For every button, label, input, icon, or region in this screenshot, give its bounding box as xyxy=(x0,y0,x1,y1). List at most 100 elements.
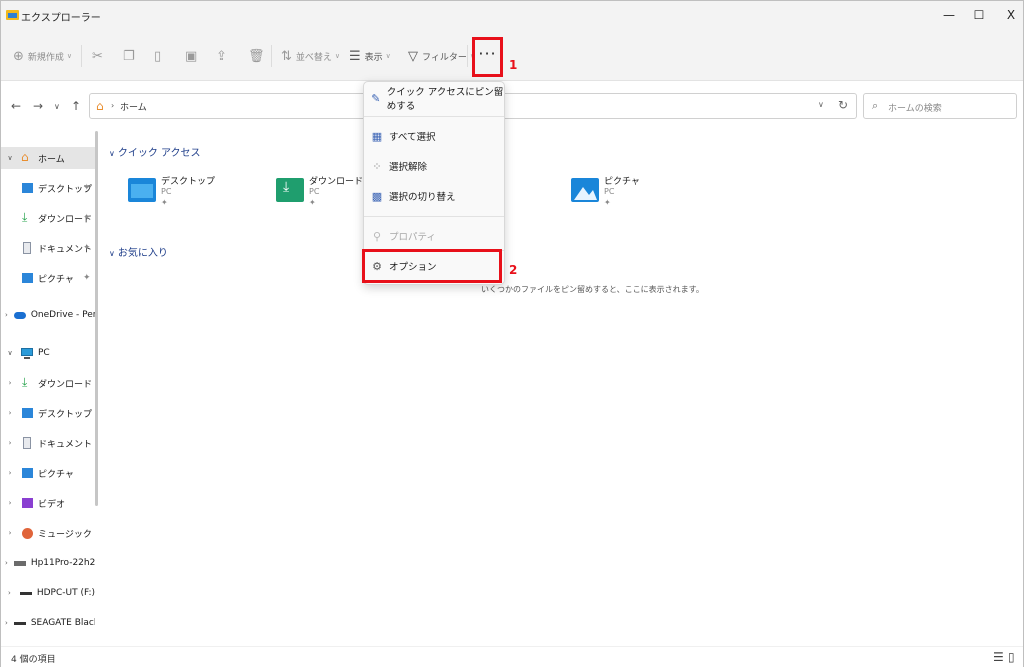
chevron-right-icon[interactable]: › xyxy=(5,379,15,387)
sidebar-item-drive-c[interactable]: › Hp11Pro-22h2- xyxy=(1,552,95,574)
chevron-down-icon: ∨ xyxy=(334,52,341,60)
chevron-right-icon[interactable]: › xyxy=(5,619,8,627)
sidebar-item-videos[interactable]: › ビデオ xyxy=(1,492,95,514)
favorites-header[interactable]: ∨ お気に入り xyxy=(109,244,168,259)
sidebar-item-desktop-pinned[interactable]: デスクトップ ✦ xyxy=(1,177,95,199)
picture-icon xyxy=(21,467,33,479)
menu-item-label: 選択解除 xyxy=(389,162,428,173)
sidebar-item-label: HDPC-UT (F:) xyxy=(36,588,95,598)
sidebar-item-label: ビデオ xyxy=(38,499,66,510)
filter-button[interactable]: ▽ フィルター ∨ xyxy=(408,48,475,64)
minimize-button[interactable]: — xyxy=(939,7,959,23)
chevron-down-icon[interactable]: ∨ xyxy=(5,349,15,357)
see-more-button[interactable]: ··· xyxy=(472,37,503,77)
copy-button[interactable]: ❐ xyxy=(123,48,139,64)
options-highlight-box xyxy=(362,249,502,283)
pin-icon: ✦ xyxy=(83,243,91,253)
chevron-down-icon[interactable]: ∨ xyxy=(5,154,15,162)
annotation-1: 1 xyxy=(509,58,518,72)
sidebar-item-downloads-pinned[interactable]: ⤓ ダウンロード ✦ xyxy=(1,207,95,229)
filter-icon: ▽ xyxy=(408,48,418,64)
up-arrow-icon[interactable]: ↑ xyxy=(71,99,81,113)
view-label: 表示 xyxy=(364,52,383,63)
sidebar-item-drive-f[interactable]: › HDPC-UT (F:) xyxy=(1,582,95,604)
desktop-icon xyxy=(21,182,33,194)
tile-desktop[interactable]: デスクトップ PC ✦ xyxy=(128,174,248,218)
navigation-pane: ∨ ⌂ ホーム デスクトップ ✦ ⤓ ダウンロード ✦ ドキュメント ✦ ピクチ… xyxy=(1,131,97,646)
sidebar-item-documents[interactable]: › ドキュメント xyxy=(1,432,95,454)
chevron-right-icon[interactable]: › xyxy=(5,589,14,597)
rename-button[interactable]: ▣ xyxy=(185,48,201,64)
menu-item-invert-selection[interactable]: ▩ 選択の切り替え xyxy=(364,184,504,208)
sidebar-item-desktop[interactable]: › デスクトップ xyxy=(1,402,95,424)
copy-icon: ❐ xyxy=(123,48,135,64)
quick-access-header[interactable]: ∨ クイック アクセス xyxy=(109,144,201,159)
chevron-right-icon[interactable]: › xyxy=(5,409,15,417)
annotation-2: 2 xyxy=(509,263,518,277)
drive-icon xyxy=(13,557,26,569)
new-button[interactable]: ⊕ 新規作成 ∨ xyxy=(13,48,72,64)
favorites-label: お気に入り xyxy=(117,248,168,259)
pin-icon: ✦ xyxy=(604,198,611,207)
drive-icon xyxy=(19,587,32,599)
menu-item-select-none[interactable]: ⁘ 選択解除 xyxy=(364,154,504,178)
refresh-icon[interactable]: ↻ xyxy=(838,98,848,112)
view-button[interactable]: ☰ 表示 ∨ xyxy=(349,48,391,64)
delete-button[interactable]: 🗑 xyxy=(248,48,269,64)
sidebar-item-pc[interactable]: ∨ PC xyxy=(1,342,95,364)
menu-item-pin-quick-access[interactable]: ✎ クイック アクセスにピン留めする xyxy=(364,86,504,112)
chevron-right-icon[interactable]: › xyxy=(5,469,15,477)
chevron-right-icon[interactable]: › xyxy=(5,439,15,447)
paste-button[interactable]: ▯ xyxy=(154,48,165,64)
close-button[interactable]: X xyxy=(1001,7,1021,23)
sidebar-item-onedrive[interactable]: › OneDrive - Perso xyxy=(1,304,95,326)
sidebar-item-label: SEAGATE Black xyxy=(30,618,95,628)
item-count: 4 個の項目 xyxy=(11,655,56,665)
view-list-icon: ☰ xyxy=(349,48,361,64)
tiles-view-icon[interactable]: ▯ xyxy=(1008,650,1015,664)
recent-chevron-icon[interactable]: ∨ xyxy=(54,102,60,111)
back-arrow-icon[interactable]: ← xyxy=(11,99,21,113)
sidebar-item-pictures-pinned[interactable]: ピクチャ ✦ xyxy=(1,267,95,289)
sidebar-item-downloads[interactable]: › ⤓ ダウンロード xyxy=(1,372,95,394)
chevron-down-icon: ∨ xyxy=(66,52,73,60)
chevron-right-icon[interactable]: › xyxy=(5,499,15,507)
sort-button[interactable]: ⇅ 並べ替え ∨ xyxy=(281,48,340,64)
drive-icon xyxy=(13,617,26,629)
sidebar-item-label: ダウンロード xyxy=(38,379,93,390)
sidebar-item-label: デスクトップ xyxy=(38,409,93,420)
sidebar-item-documents-pinned[interactable]: ドキュメント ✦ xyxy=(1,237,95,259)
home-icon: ⌂ xyxy=(21,150,29,164)
forward-arrow-icon[interactable]: → xyxy=(33,99,43,113)
maximize-button[interactable]: ☐ xyxy=(969,7,989,23)
sidebar-item-seagate[interactable]: › SEAGATE Black xyxy=(1,612,95,634)
toolbar-divider xyxy=(271,45,272,67)
plus-circle-icon: ⊕ xyxy=(13,48,24,64)
menu-item-select-all[interactable]: ▦ すべて選択 xyxy=(364,124,504,148)
pin-icon: ✦ xyxy=(309,198,316,207)
title-bar: エクスプローラー — ☐ X xyxy=(1,1,1023,31)
cut-button[interactable]: ✂ xyxy=(92,48,107,64)
search-box[interactable]: ⌕ ホームの検索 xyxy=(863,93,1017,119)
window-title: エクスプローラー xyxy=(21,13,101,24)
chevron-right-icon[interactable]: › xyxy=(5,311,8,319)
trash-icon: 🗑 xyxy=(248,48,265,64)
details-view-icon[interactable]: ☰ xyxy=(993,650,1004,664)
share-button[interactable]: ⇪ xyxy=(216,48,231,64)
search-placeholder: ホームの検索 xyxy=(888,104,942,114)
quick-access-label: クイック アクセス xyxy=(117,148,201,159)
chevron-down-icon[interactable]: ∨ xyxy=(818,100,824,109)
sidebar-item-home[interactable]: ∨ ⌂ ホーム xyxy=(1,147,95,169)
sidebar-item-pictures[interactable]: › ピクチャ xyxy=(1,462,95,484)
picture-icon xyxy=(21,272,33,284)
chevron-right-icon[interactable]: › xyxy=(5,559,8,567)
tile-pictures[interactable]: ピクチャ PC ✦ xyxy=(571,174,691,218)
sidebar-scrollbar[interactable] xyxy=(95,131,98,506)
menu-item-label: 選択の切り替え xyxy=(389,192,456,203)
chevron-right-icon[interactable]: › xyxy=(5,529,15,537)
desktop-icon xyxy=(21,407,33,419)
sidebar-item-music[interactable]: › ミュージック xyxy=(1,522,95,544)
document-icon xyxy=(21,242,33,254)
select-none-icon: ⁘ xyxy=(372,159,382,173)
sidebar-item-label: Hp11Pro-22h2- xyxy=(30,558,95,568)
